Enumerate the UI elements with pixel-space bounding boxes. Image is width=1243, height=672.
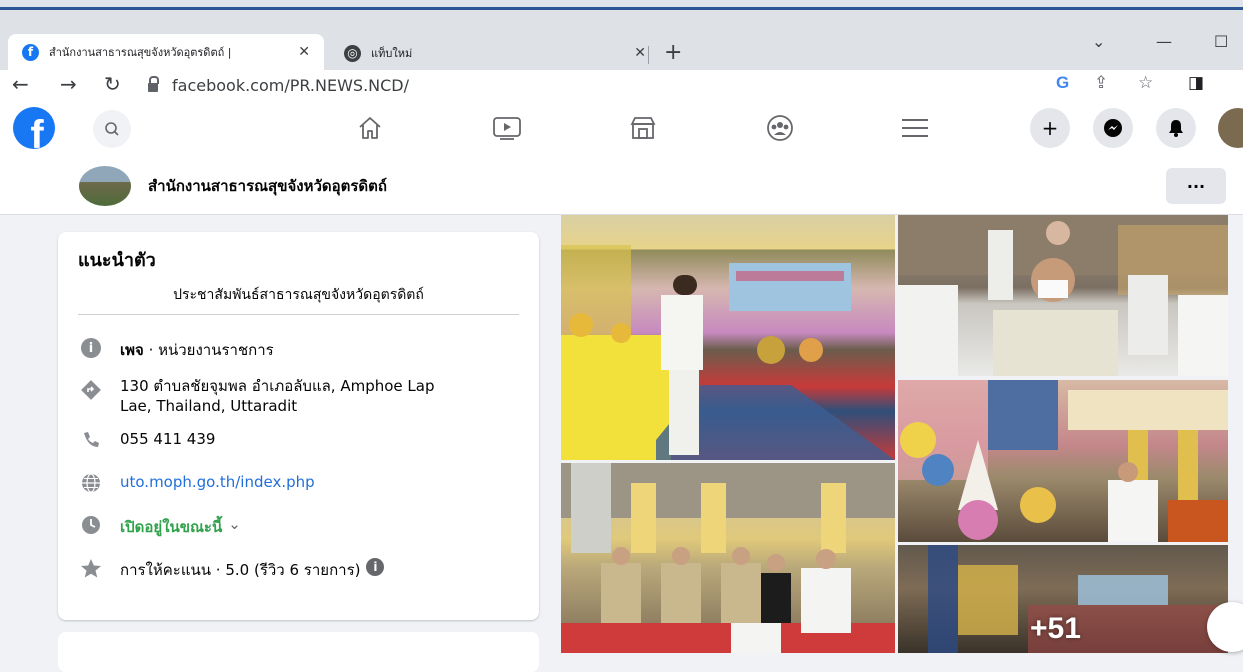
facebook-logo[interactable]: f bbox=[13, 107, 55, 149]
divider bbox=[78, 314, 519, 315]
website-row: uto.moph.go.th/index.php bbox=[78, 473, 315, 495]
lock-icon bbox=[148, 75, 159, 92]
search-icon[interactable] bbox=[93, 110, 131, 148]
website-link[interactable]: uto.moph.go.th/index.php bbox=[120, 473, 315, 495]
chrome-icon: ◎ bbox=[344, 44, 361, 62]
photo-ceremony[interactable] bbox=[561, 215, 895, 460]
tab-title: สำนักงานสาธารณสุขจังหวัดอุตรดิตถ์ | bbox=[49, 46, 232, 59]
category-row: i เพจ · หน่วยงานราชการ bbox=[78, 338, 274, 362]
forward-arrow-icon[interactable]: → bbox=[60, 72, 77, 96]
rating-row: การให้คะแนน · 5.0 (รีวิว 6 รายการ) i bbox=[78, 558, 385, 582]
menu-icon[interactable] bbox=[897, 112, 933, 144]
phone-row: 055 411 439 bbox=[78, 430, 215, 452]
bookmark-star-icon[interactable]: ☆ bbox=[1138, 73, 1153, 93]
facebook-favicon-icon: f bbox=[22, 43, 39, 61]
photo-flower-altar[interactable] bbox=[898, 380, 1228, 542]
photo-audience[interactable] bbox=[561, 463, 895, 653]
facebook-header: f + bbox=[0, 100, 1243, 159]
tab-facebook[interactable]: f สำนักงานสาธารณสุขจังหวัดอุตรดิตถ์ | ✕ bbox=[8, 34, 324, 70]
tab-close-icon[interactable]: ✕ bbox=[634, 45, 646, 61]
tab-search-chevron-icon[interactable]: ⌄ bbox=[1092, 32, 1105, 51]
groups-icon[interactable] bbox=[762, 112, 798, 144]
star-icon bbox=[78, 558, 104, 580]
next-card bbox=[58, 632, 539, 672]
home-icon[interactable] bbox=[352, 112, 388, 144]
tab-separator bbox=[648, 46, 649, 64]
watch-icon[interactable] bbox=[489, 112, 525, 144]
logo-letter: f bbox=[30, 113, 44, 149]
messenger-icon[interactable] bbox=[1093, 108, 1133, 148]
tab-title: แท็บใหม่ bbox=[371, 47, 413, 60]
create-icon[interactable]: + bbox=[1030, 108, 1070, 148]
url-text: facebook.com/PR.NEWS.NCD/ bbox=[172, 75, 409, 95]
page-avatar[interactable] bbox=[79, 166, 131, 206]
category-label: เพจ bbox=[120, 341, 144, 359]
maximize-icon[interactable]: ☐ bbox=[1214, 32, 1228, 51]
address-line1: 130 ตำบลชัยจุมพล อำเภอลับแล, Amphoe Lap bbox=[120, 377, 435, 395]
minimize-icon[interactable]: — bbox=[1156, 32, 1172, 51]
photo-officials-seated[interactable] bbox=[898, 215, 1228, 376]
notifications-icon[interactable] bbox=[1156, 108, 1196, 148]
intro-heading: แนะนำตัว bbox=[78, 250, 156, 271]
url-field[interactable]: facebook.com/PR.NEWS.NCD/ bbox=[148, 70, 409, 100]
info-icon: i bbox=[78, 338, 104, 360]
intro-bio: ประชาสัมพันธ์สาธารณสุขจังหวัดอุตรดิตถ์ bbox=[173, 287, 424, 303]
tab-close-icon[interactable]: ✕ bbox=[298, 44, 310, 60]
google-icon[interactable]: G bbox=[1056, 73, 1069, 93]
marketplace-icon[interactable] bbox=[625, 112, 661, 144]
sidepanel-icon[interactable]: ◨ bbox=[1188, 73, 1204, 93]
directions-icon bbox=[78, 376, 104, 400]
page-name[interactable]: สำนักงานสาธารณสุขจังหวัดอุตรดิตถ์ bbox=[148, 174, 387, 198]
browser-tab-bar: f สำนักงานสาธารณสุขจังหวัดอุตรดิตถ์ | ✕ … bbox=[0, 10, 1243, 70]
back-arrow-icon[interactable]: ← bbox=[12, 72, 29, 96]
window-top-strip bbox=[0, 0, 1243, 10]
intro-card: แนะนำตัว ประชาสัมพันธ์สาธารณสุขจังหวัดอุ… bbox=[58, 232, 539, 620]
rating-text: การให้คะแนน · 5.0 (รีวิว 6 รายการ) bbox=[120, 561, 361, 579]
phone-number: 055 411 439 bbox=[120, 430, 216, 448]
hours-status: เปิดอยู่ในขณะนี้ bbox=[120, 518, 223, 536]
share-icon[interactable]: ⇪ bbox=[1094, 73, 1108, 93]
address-line2: Lae, Thailand, Uttaradit bbox=[120, 397, 298, 415]
rating-info-icon[interactable]: i bbox=[366, 558, 385, 576]
address-bar: ← → ↻ facebook.com/PR.NEWS.NCD/ G ⇪ ☆ ◨ bbox=[0, 70, 1243, 100]
more-options-button[interactable]: ··· bbox=[1166, 168, 1226, 204]
account-avatar[interactable] bbox=[1218, 108, 1243, 148]
reload-icon[interactable]: ↻ bbox=[104, 72, 121, 96]
category-value: · หน่วยงานราชการ bbox=[143, 341, 274, 359]
more-photos-count[interactable]: +51 bbox=[1030, 612, 1081, 646]
clock-icon bbox=[78, 515, 104, 537]
phone-icon bbox=[78, 430, 104, 452]
new-tab-button[interactable]: + bbox=[664, 40, 682, 65]
tab-new-tab[interactable]: ◎ แท็บใหม่ ✕ bbox=[330, 36, 660, 70]
page-header: สำนักงานสาธารณสุขจังหวัดอุตรดิตถ์ ··· bbox=[0, 158, 1243, 215]
hours-row[interactable]: เปิดอยู่ในขณะนี้ ⌄ bbox=[78, 515, 241, 539]
chevron-down-icon[interactable]: ⌄ bbox=[228, 515, 241, 539]
globe-icon bbox=[78, 473, 104, 495]
address-row: 130 ตำบลชัยจุมพล อำเภอลับแล, Amphoe Lap … bbox=[78, 376, 434, 416]
